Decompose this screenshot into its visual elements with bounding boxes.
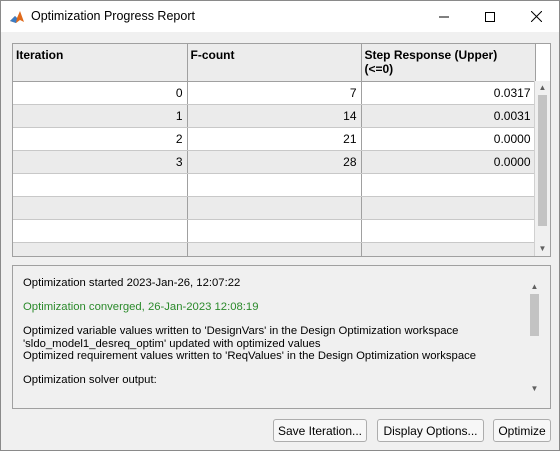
table-row[interactable]: 2 21 0.0000: [13, 127, 536, 151]
step-response-cell[interactable]: 0.0000: [361, 150, 536, 174]
step-response-cell[interactable]: 0.0317: [361, 81, 536, 105]
log-model-line: 'sldo_model1_desreq_optim' updated with …: [23, 338, 321, 350]
log-requirements-line: Optimized requirement values written to …: [23, 350, 477, 362]
log-scroll-thumb[interactable]: [530, 294, 539, 336]
step-response-header-line2: (<=0): [364, 62, 394, 76]
log-converged-line: Optimization converged, 26-Jan-2023 12:0…: [23, 301, 259, 313]
step-response-cell[interactable]: 0.0000: [361, 127, 536, 151]
table-vertical-scrollbar[interactable]: ▲ ▼: [534, 81, 550, 256]
minimize-icon: [439, 16, 449, 17]
f-count-cell[interactable]: 28: [187, 150, 362, 174]
maximize-icon: [485, 11, 495, 22]
f-count-cell[interactable]: 14: [187, 104, 362, 128]
log-vertical-scrollbar[interactable]: ▲ ▼: [527, 276, 542, 398]
column-header-iteration[interactable]: Iteration: [13, 44, 188, 82]
scroll-up-arrow-icon[interactable]: ▲: [535, 81, 550, 95]
scroll-thumb[interactable]: [538, 95, 547, 226]
empty-table-row: [13, 173, 536, 197]
optimization-progress-window: Optimization Progress Report Iteration F…: [0, 0, 560, 451]
empty-table-row: [13, 196, 536, 220]
step-response-header-line1: Step Response (Upper): [364, 48, 498, 62]
iteration-table[interactable]: Iteration F-count Step Response (Upper) …: [12, 43, 551, 257]
iteration-cell[interactable]: 0: [13, 81, 188, 105]
save-iteration-button[interactable]: Save Iteration...: [273, 419, 367, 442]
log-solver-output-line: Optimization solver output:: [23, 374, 157, 386]
optimize-button[interactable]: Optimize: [493, 419, 551, 442]
log-scroll-down-arrow-icon[interactable]: ▼: [527, 382, 542, 396]
minimize-button[interactable]: [421, 1, 467, 32]
step-response-cell[interactable]: 0.0031: [361, 104, 536, 128]
close-icon: [530, 11, 542, 22]
table-row[interactable]: 0 7 0.0317: [13, 81, 536, 105]
table-row[interactable]: 1 14 0.0031: [13, 104, 536, 128]
empty-table-row: [13, 242, 536, 256]
close-button[interactable]: [513, 1, 559, 32]
column-header-f-count[interactable]: F-count: [187, 44, 362, 82]
table-row[interactable]: 3 28 0.0000: [13, 150, 536, 174]
iteration-cell[interactable]: 1: [13, 104, 188, 128]
display-options-button[interactable]: Display Options...: [377, 419, 484, 442]
optimization-log-panel[interactable]: Optimization started 2023-Jan-26, 12:07:…: [12, 265, 551, 409]
window-title: Optimization Progress Report: [31, 9, 195, 23]
iteration-cell[interactable]: 3: [13, 150, 188, 174]
log-start-line: Optimization started 2023-Jan-26, 12:07:…: [23, 277, 241, 289]
matlab-app-icon: [9, 9, 25, 25]
column-header-step-response[interactable]: Step Response (Upper) (<=0): [361, 44, 536, 82]
iteration-cell[interactable]: 2: [13, 127, 188, 151]
f-count-cell[interactable]: 21: [187, 127, 362, 151]
log-scroll-up-arrow-icon[interactable]: ▲: [527, 280, 542, 294]
empty-table-row: [13, 219, 536, 243]
log-variables-line: Optimized variable values written to 'De…: [23, 325, 459, 337]
maximize-button[interactable]: [467, 1, 513, 32]
title-bar: Optimization Progress Report: [1, 1, 559, 32]
scroll-down-arrow-icon[interactable]: ▼: [535, 242, 550, 256]
f-count-cell[interactable]: 7: [187, 81, 362, 105]
